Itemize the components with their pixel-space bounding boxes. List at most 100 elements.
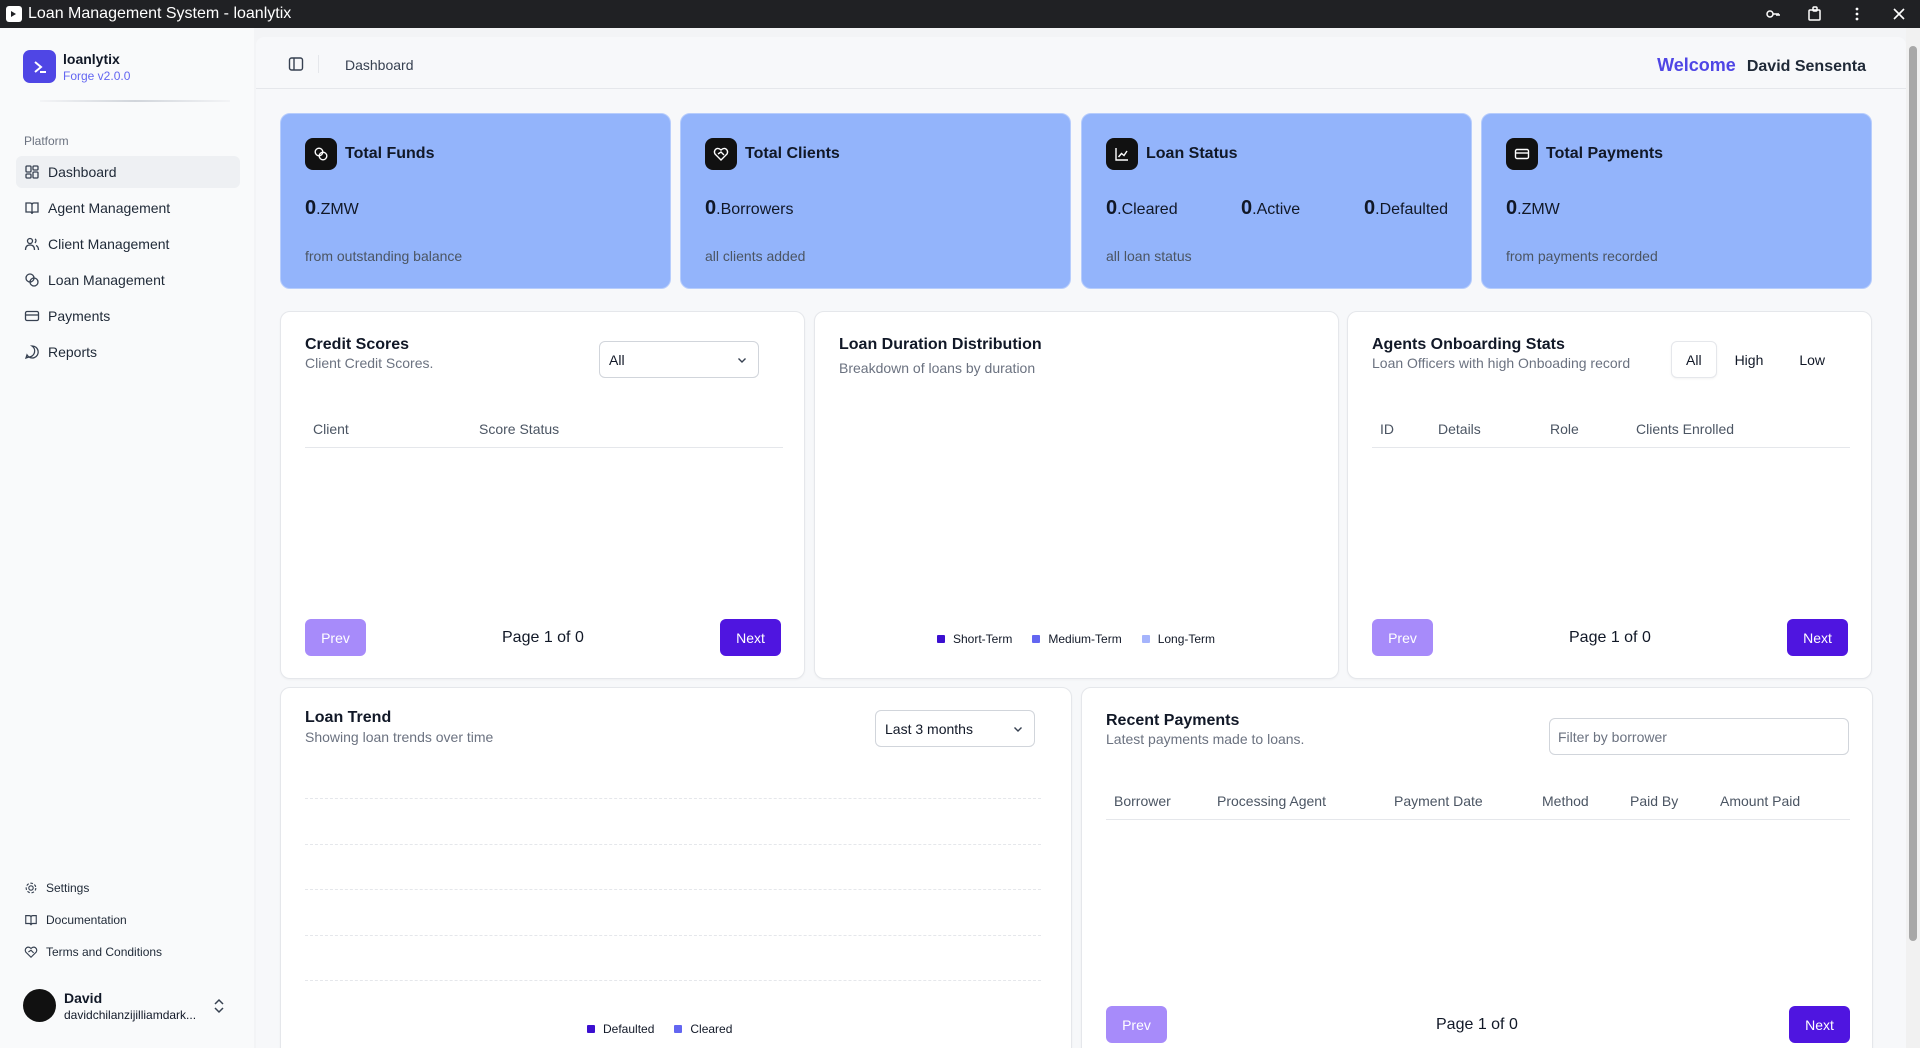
chevrons-up-down-icon	[214, 998, 224, 1013]
stat-subtitle: all loan status	[1106, 248, 1192, 264]
recent-payments-card: Recent Payments Latest payments made to …	[1081, 687, 1873, 1048]
credit-card-icon	[24, 310, 40, 322]
chevron-down-icon	[738, 358, 746, 363]
sidebar-item-settings[interactable]: Settings	[16, 874, 240, 902]
scrollbar-thumb[interactable]	[1909, 46, 1917, 941]
sidebar-nav: Dashboard Agent Management Client Manage…	[16, 156, 240, 372]
sidebar-item-client-management[interactable]: Client Management	[16, 228, 240, 260]
chevron-down-icon	[1014, 727, 1022, 732]
breadcrumb[interactable]: Dashboard	[345, 57, 414, 73]
column-header: Score Status	[479, 421, 560, 437]
sidebar-toggle-button[interactable]	[288, 56, 304, 72]
stat-subtitle: from outstanding balance	[305, 248, 463, 264]
user-email: davidchilanzijilliamdark...	[64, 1007, 197, 1022]
sidebar-item-label: Dashboard	[48, 164, 117, 180]
prev-button[interactable]: Prev	[1372, 619, 1433, 656]
sidebar-item-terms[interactable]: Terms and Conditions	[16, 938, 240, 966]
window-title: Loan Management System - loanlytix	[28, 5, 292, 22]
main-content: Dashboard Welcome David Sensenta Total F…	[256, 37, 1906, 1048]
user-menu[interactable]: David davidchilanzijilliamdark...	[23, 989, 233, 1022]
sidebar-item-documentation[interactable]: Documentation	[16, 906, 240, 934]
sidebar-item-label: Client Management	[48, 236, 170, 252]
column-header: Amount Paid	[1720, 793, 1801, 809]
prev-button[interactable]: Prev	[1106, 1006, 1167, 1043]
stat-card-total-clients: Total Clients 0.Borrowers all clients ad…	[680, 113, 1071, 289]
next-button[interactable]: Next	[1789, 1006, 1850, 1043]
stat-value-defaulted: 0.Defaulted	[1364, 197, 1449, 219]
legend-item: Medium-Term	[1032, 632, 1122, 646]
card-subtitle: Loan Officers with high Onboading record	[1372, 355, 1631, 371]
dashboard-icon	[25, 165, 39, 179]
card-title: Loan Duration Distribution	[839, 336, 1042, 353]
column-header: Client	[313, 421, 349, 437]
onboarding-filter-tabs: All High Low	[1671, 341, 1839, 378]
column-header: Details	[1438, 421, 1481, 437]
card-subtitle: Showing loan trends over time	[305, 729, 494, 745]
column-header: ID	[1380, 421, 1394, 437]
sidebar-item-payments[interactable]: Payments	[16, 300, 240, 332]
sidebar-section-label: Platform	[24, 134, 69, 148]
stat-card-total-payments: Total Payments 0.ZMW from payments recor…	[1481, 113, 1872, 289]
handshake-icon	[705, 138, 737, 170]
coins-icon	[25, 273, 39, 287]
close-icon[interactable]	[1878, 0, 1920, 28]
card-subtitle: Breakdown of loans by duration	[839, 360, 1036, 376]
card-title: Agents Onboarding Stats	[1372, 336, 1565, 353]
borrower-filter-input[interactable]	[1549, 718, 1849, 755]
page-indicator: Page 1 of 0	[1436, 1016, 1518, 1033]
select-value: Last 3 months	[885, 720, 973, 737]
loan-duration-card: Loan Duration Distribution Breakdown of …	[814, 311, 1339, 679]
legend-item: Cleared	[674, 1022, 732, 1036]
book-open-icon	[25, 915, 37, 926]
column-header: Payment Date	[1394, 793, 1483, 809]
credit-scores-card: Credit Scores Client Credit Scores. All …	[280, 311, 805, 679]
credit-score-filter-select[interactable]: All	[599, 341, 759, 378]
prev-button[interactable]: Prev	[305, 619, 366, 656]
sidebar-item-loan-management[interactable]: Loan Management	[16, 264, 240, 296]
handshake-icon	[24, 946, 38, 959]
search-input[interactable]	[1550, 719, 1848, 754]
book-icon	[25, 202, 39, 215]
brand[interactable]: loanlytix Forge v2.0.0	[23, 50, 130, 83]
sidebar-secondary-nav: Settings Documentation Terms and Conditi…	[16, 874, 240, 970]
legend-item: Long-Term	[1141, 632, 1215, 646]
card-title: Recent Payments	[1106, 712, 1240, 729]
credit-card-icon	[1506, 138, 1538, 170]
stat-value: 0.ZMW	[305, 197, 359, 219]
stat-value: 0.Borrowers	[705, 197, 794, 219]
tab-low[interactable]: Low	[1785, 341, 1839, 378]
sidebar: loanlytix Forge v2.0.0 Platform Dashboar…	[0, 28, 254, 1048]
sidebar-item-agent-management[interactable]: Agent Management	[16, 192, 240, 224]
stat-title: Total Funds	[345, 145, 435, 162]
tab-all[interactable]: All	[1671, 341, 1717, 378]
vertical-scrollbar[interactable]	[1906, 28, 1920, 1048]
chart-gridline	[305, 889, 1041, 890]
panel-left-icon	[288, 57, 304, 71]
sidebar-item-label: Agent Management	[48, 200, 171, 216]
column-header: Borrower	[1114, 793, 1171, 809]
avatar	[23, 989, 56, 1022]
sidebar-item-dashboard[interactable]: Dashboard	[16, 156, 240, 188]
trend-range-select[interactable]: Last 3 months	[875, 710, 1035, 747]
card-title: Loan Trend	[305, 709, 392, 726]
chart-legend: Short-Term Medium-Term Long-Term	[937, 632, 1235, 646]
more-vertical-icon[interactable]	[1836, 0, 1878, 28]
coins-icon	[305, 138, 337, 170]
brand-logo-icon	[23, 50, 56, 83]
key-icon[interactable]	[1752, 0, 1794, 28]
table-header: Client Score Status	[305, 408, 783, 448]
stat-title: Total Payments	[1546, 145, 1664, 162]
stat-value-cleared: 0.Cleared	[1106, 197, 1178, 219]
tab-high[interactable]: High	[1721, 341, 1778, 378]
divider	[318, 55, 319, 73]
chart-gridline	[305, 980, 1041, 981]
welcome-username: David Sensenta	[1746, 58, 1866, 75]
extension-icon[interactable]	[1794, 0, 1836, 28]
next-button[interactable]: Next	[1787, 619, 1848, 656]
stat-value-active: 0.Active	[1241, 197, 1301, 219]
next-button[interactable]: Next	[720, 619, 781, 656]
card-subtitle: Latest payments made to loans.	[1106, 731, 1305, 747]
sidebar-item-reports[interactable]: Reports	[16, 336, 240, 368]
stat-value: 0.ZMW	[1506, 197, 1560, 219]
sidebar-item-label: Documentation	[46, 913, 127, 927]
